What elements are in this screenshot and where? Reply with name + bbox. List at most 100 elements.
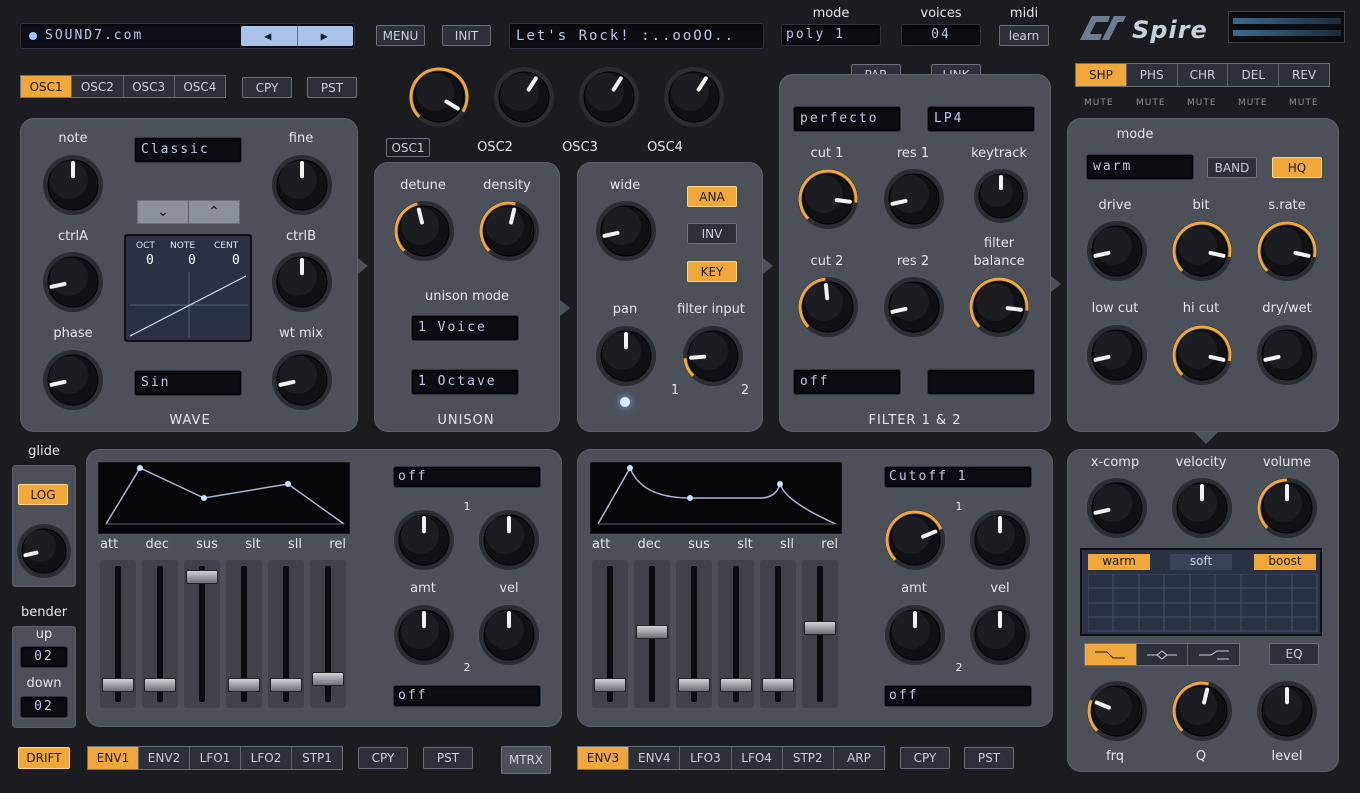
eq-button[interactable]: EQ: [1269, 643, 1319, 665]
tab-osc1[interactable]: OSC1: [21, 76, 73, 97]
level-knob[interactable]: [1256, 680, 1318, 742]
env-a-fader-4[interactable]: [226, 560, 262, 708]
unison-voices-select[interactable]: 1 Voice: [411, 315, 519, 341]
env-b-vel2-knob[interactable]: [969, 604, 1031, 666]
inv-button[interactable]: INV: [687, 223, 737, 244]
env-b-amt1-knob[interactable]: [884, 509, 946, 571]
wide-knob[interactable]: [595, 200, 657, 262]
fader-cap[interactable]: [636, 624, 668, 639]
osc4-level-knob[interactable]: [663, 66, 725, 128]
env-a-source-select[interactable]: off: [393, 466, 541, 488]
mute-phs[interactable]: MUTE: [1136, 98, 1166, 108]
tab-lfo1[interactable]: LFO1: [190, 747, 241, 769]
pan-knob[interactable]: [595, 325, 657, 387]
osc3-level-knob[interactable]: [578, 66, 640, 128]
cut1-knob[interactable]: [797, 168, 859, 230]
env-a-amt1-knob[interactable]: [393, 509, 455, 571]
eq-peak-icon[interactable]: [1137, 644, 1189, 665]
osc-copy-button[interactable]: CPY: [242, 77, 292, 98]
mod-left-copy-button[interactable]: CPY: [358, 747, 408, 769]
eq-highshelf-icon[interactable]: [1188, 644, 1239, 665]
note-knob[interactable]: [42, 154, 104, 216]
lowcut-knob[interactable]: [1086, 324, 1148, 386]
tab-osc2[interactable]: OSC2: [72, 76, 124, 97]
osc-paste-button[interactable]: PST: [307, 77, 357, 98]
env-a-vel2-knob[interactable]: [478, 604, 540, 666]
next-preset-button[interactable]: ▶: [298, 26, 354, 46]
ctrlb-knob[interactable]: [271, 251, 333, 313]
tab-osc3[interactable]: OSC3: [124, 76, 175, 97]
fader-cap[interactable]: [102, 678, 134, 693]
filter-mod1-select[interactable]: off: [793, 369, 901, 395]
fader-cap[interactable]: [270, 678, 302, 693]
keytrack-knob[interactable]: [973, 168, 1029, 224]
fader-cap[interactable]: [228, 678, 260, 693]
env-a-vel1-knob[interactable]: [478, 509, 540, 571]
env-b-fader-5[interactable]: [760, 560, 796, 708]
osc2-level-knob[interactable]: [493, 66, 555, 128]
res2-knob[interactable]: [883, 276, 945, 338]
mod-right-copy-button[interactable]: CPY: [900, 747, 950, 769]
eq-boost-tab[interactable]: boost: [1254, 554, 1316, 570]
hicut-knob[interactable]: [1171, 324, 1233, 386]
tab-stp2[interactable]: STP2: [783, 747, 834, 769]
drift-button[interactable]: DRIFT: [18, 747, 70, 769]
tab-lfo3[interactable]: LFO3: [680, 747, 732, 769]
tab-lfo2[interactable]: LFO2: [241, 747, 292, 769]
hq-button[interactable]: HQ: [1272, 157, 1322, 178]
band-button[interactable]: BAND: [1207, 157, 1257, 178]
bit-knob[interactable]: [1171, 220, 1233, 282]
tab-env3[interactable]: ENV3: [578, 747, 630, 769]
fader-cap[interactable]: [186, 569, 218, 584]
cut2-knob[interactable]: [797, 276, 859, 338]
env-a-amt2-knob[interactable]: [393, 604, 455, 666]
fader-cap[interactable]: [804, 620, 836, 635]
tab-lfo4[interactable]: LFO4: [732, 747, 783, 769]
voice-mode-select[interactable]: poly 1: [781, 24, 881, 46]
env-b-fader-1[interactable]: [592, 560, 628, 708]
mod-right-paste-button[interactable]: PST: [964, 747, 1014, 769]
env-b-amt2-knob[interactable]: [884, 604, 946, 666]
volume-knob[interactable]: [1256, 477, 1318, 539]
tab-env2[interactable]: ENV2: [139, 747, 190, 769]
env-b-fader-4[interactable]: [718, 560, 754, 708]
detune-knob[interactable]: [393, 200, 455, 262]
preset-bank-display[interactable]: SOUND7.com ◀ ▶: [20, 23, 355, 49]
mute-shp[interactable]: MUTE: [1084, 98, 1114, 108]
filter1-type-select[interactable]: perfecto: [793, 106, 901, 132]
wtmix-knob[interactable]: [271, 349, 333, 411]
density-knob[interactable]: [478, 200, 540, 262]
env-b-dest-select[interactable]: off: [884, 685, 1032, 707]
res1-knob[interactable]: [883, 168, 945, 230]
fader-cap[interactable]: [594, 678, 626, 693]
matrix-button[interactable]: MTRX: [501, 746, 551, 774]
bender-down-value[interactable]: 02: [20, 696, 68, 718]
eq-lowshelf-icon[interactable]: [1085, 644, 1137, 665]
fader-cap[interactable]: [312, 672, 344, 687]
velocity-knob[interactable]: [1171, 477, 1233, 539]
fader-cap[interactable]: [678, 678, 710, 693]
tab-env1[interactable]: ENV1: [88, 747, 139, 769]
env-b-fader-3[interactable]: [676, 560, 712, 708]
tab-arp[interactable]: ARP: [834, 747, 884, 769]
fine-knob[interactable]: [271, 154, 333, 216]
env-b-source-select[interactable]: Cutoff 1: [884, 466, 1032, 488]
env-a-dest-select[interactable]: off: [393, 685, 541, 707]
xcomp-knob[interactable]: [1086, 477, 1148, 539]
filter-input-knob[interactable]: [682, 325, 744, 387]
tab-osc4[interactable]: OSC4: [175, 76, 225, 97]
filter2-type-select[interactable]: LP4: [927, 106, 1035, 132]
tab-del[interactable]: DEL: [1228, 64, 1280, 86]
env-a-fader-1[interactable]: [100, 560, 136, 708]
mute-chr[interactable]: MUTE: [1187, 98, 1217, 108]
init-button[interactable]: INIT: [442, 25, 491, 46]
eq-warm-tab[interactable]: warm: [1088, 554, 1150, 570]
prev-preset-button[interactable]: ◀: [241, 26, 298, 46]
drive-knob[interactable]: [1086, 220, 1148, 282]
drywet-knob[interactable]: [1256, 324, 1318, 386]
mute-rev[interactable]: MUTE: [1289, 98, 1319, 108]
voices-value[interactable]: 04: [901, 24, 981, 46]
phase-knob[interactable]: [42, 349, 104, 411]
env-b-vel1-knob[interactable]: [969, 509, 1031, 571]
midi-learn-button[interactable]: learn: [999, 25, 1049, 46]
